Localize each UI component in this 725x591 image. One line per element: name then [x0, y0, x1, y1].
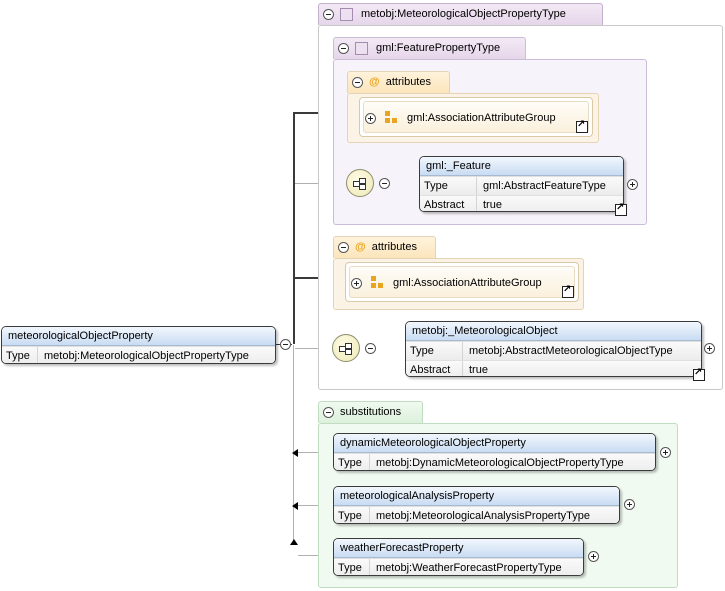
type-label: Type	[420, 177, 477, 195]
connector-subs-vertical	[293, 345, 294, 545]
type-value: metobj:WeatherForecastPropertyType	[376, 562, 562, 574]
expand-icon[interactable]	[588, 551, 599, 562]
expand-icon[interactable]	[627, 179, 638, 190]
go-to-definition-icon[interactable]	[562, 284, 574, 298]
attributes-tab[interactable]: @ attributes	[347, 71, 450, 93]
type-value: metobj:AbstractMeteorologicalObjectType	[469, 345, 673, 357]
element-name: meteorologicalAnalysisProperty	[334, 487, 619, 506]
substitution-element[interactable]: meteorologicalAnalysisProperty Type metob…	[333, 486, 620, 524]
go-to-definition-icon[interactable]	[615, 202, 627, 216]
attributes-label: attributes	[371, 241, 417, 253]
expand-icon[interactable]	[351, 278, 362, 289]
type-label: Type	[406, 342, 463, 360]
root-element[interactable]: meteorologicalObjectProperty Type metobj:…	[1, 326, 276, 364]
element-name: dynamicMeteorologicalObjectProperty	[334, 434, 655, 453]
go-to-definition-icon[interactable]	[576, 119, 588, 133]
attribute-icon: @	[355, 241, 366, 253]
collapse-icon[interactable]	[365, 343, 376, 354]
type-label: Type	[334, 507, 370, 523]
go-to-definition-icon[interactable]	[693, 367, 705, 381]
attributes-label: attributes	[385, 76, 431, 88]
feature-property-tab[interactable]: gml:FeaturePropertyType	[333, 37, 526, 59]
collapse-icon[interactable]	[323, 8, 334, 20]
element-name: gml:_Feature	[420, 157, 623, 176]
complex-type-tab[interactable]: metobj:MeteorologicalObjectPropertyType	[318, 3, 603, 25]
type-label: Type	[334, 454, 370, 470]
collapse-icon[interactable]	[338, 42, 349, 54]
type-value: metobj:MeteorologicalObjectPropertyType	[44, 350, 249, 362]
collapse-icon[interactable]	[379, 178, 390, 189]
element-name: weatherForecastProperty	[334, 539, 583, 558]
sequence-compositor-2[interactable]	[332, 334, 360, 362]
expand-icon[interactable]	[624, 499, 635, 510]
expand-icon[interactable]	[704, 343, 715, 354]
complex-type-icon	[340, 7, 353, 21]
collapse-icon[interactable]	[338, 241, 349, 253]
attribute-group-icon	[371, 276, 383, 288]
subs-arrow-1	[292, 449, 298, 457]
subs-arrow-2	[292, 502, 298, 510]
expand-icon[interactable]	[660, 447, 671, 458]
abstract-label: Abstract	[420, 196, 477, 211]
attribute-group-name: gml:AssociationAttributeGroup	[393, 277, 542, 289]
element-meteorological-object[interactable]: metobj:_MeteorologicalObject Type metobj:…	[405, 321, 702, 377]
collapse-icon[interactable]	[323, 406, 334, 418]
attributes-tab-2[interactable]: @ attributes	[333, 236, 436, 258]
attribute-group-name: gml:AssociationAttributeGroup	[407, 112, 556, 124]
type-value: metobj:DynamicMeteorologicalObjectProper…	[376, 457, 624, 469]
attribute-icon: @	[369, 76, 380, 88]
type-value: gml:AbstractFeatureType	[483, 180, 606, 192]
complex-type-icon	[355, 41, 368, 55]
substitutions-tab[interactable]: substitutions	[318, 401, 423, 423]
abstract-value: true	[483, 199, 502, 211]
feature-property-name: gml:FeaturePropertyType	[376, 42, 501, 54]
collapse-icon[interactable]	[280, 339, 291, 350]
type-label: Type	[2, 347, 38, 363]
abstract-value: true	[469, 364, 488, 376]
collapse-icon[interactable]	[352, 76, 363, 88]
type-label: Type	[334, 559, 370, 575]
complex-type-name: metobj:MeteorologicalObjectPropertyType	[361, 8, 566, 20]
attribute-group-icon	[385, 111, 397, 123]
substitution-element[interactable]: dynamicMeteorologicalObjectProperty Type…	[333, 433, 656, 471]
type-value: metobj:MeteorologicalAnalysisPropertyTyp…	[376, 510, 590, 522]
substitutions-label: substitutions	[340, 406, 402, 418]
subs-arrow-3	[290, 539, 298, 545]
root-element-name: meteorologicalObjectProperty	[2, 327, 275, 346]
expand-icon[interactable]	[365, 113, 376, 124]
substitution-element[interactable]: weatherForecastProperty Type metobj:Weath…	[333, 538, 584, 576]
connector-trunk-vertical	[293, 112, 295, 344]
element-name: metobj:_MeteorologicalObject	[406, 322, 701, 341]
abstract-label: Abstract	[406, 361, 463, 376]
sequence-compositor[interactable]	[346, 169, 374, 197]
element-gml-feature[interactable]: gml:_Feature Type gml:AbstractFeatureType…	[419, 156, 624, 212]
